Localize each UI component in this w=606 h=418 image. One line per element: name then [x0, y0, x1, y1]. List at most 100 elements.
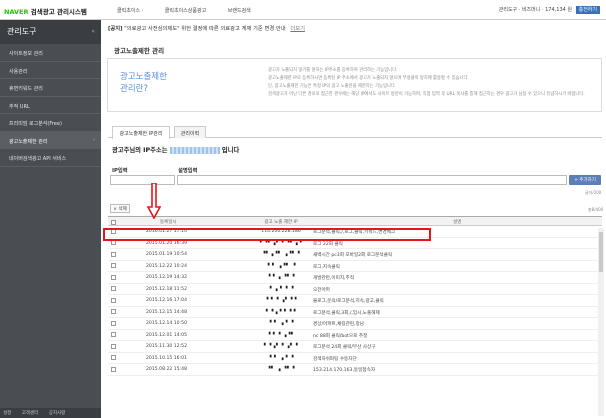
- row-date: 2015.12.18 11:52: [146, 286, 188, 292]
- row-description: 오전아퍼: [313, 287, 330, 293]
- tab-bar: 광고노출제한 IP관리 관리이력: [108, 126, 602, 139]
- row-checkbox[interactable]: [111, 355, 116, 360]
- info-line: 광고가 노출되지 않기를 원하는 IP주소를 등록하여 관리하는 기능입니다.: [268, 68, 398, 73]
- row-ip: ▝ ▘▝ ▗▝▘: [266, 332, 296, 338]
- sidebar-item-label: 사용관리: [9, 68, 28, 75]
- chevron-right-icon: ›: [93, 136, 95, 143]
- notice-bar: [공지] "의료광고 사전심의제도" 위헌 결정에 따른 의료광고 게재 기준 …: [108, 24, 305, 32]
- tab-ip-management[interactable]: 광고노출제한 IP관리: [112, 126, 170, 139]
- row-date: 2015.12.15 14:48: [146, 309, 188, 315]
- ip-suffix: 입니다: [221, 147, 240, 154]
- page-title: 광고노출제한 관리: [114, 47, 165, 55]
- row-checkbox[interactable]: [111, 343, 116, 349]
- bizmoney-balance: 174,134 원: [545, 7, 572, 13]
- table-body: 2016.01.27 17:10 114.200.228.186 로그분석,클릭,/…: [108, 226, 602, 376]
- table-row[interactable]: 2015.12.14 10:50 ▝ ▘ ▗▝ ▝ 경상/아파트,채팅관련,정남: [108, 318, 602, 330]
- row-description: 로그 22회 클릭: [313, 241, 343, 247]
- row-checkbox[interactable]: [111, 297, 116, 303]
- menu-tools[interactable]: 관리도구 ·: [499, 7, 521, 13]
- sidebar-item-label: 휴면키워드 관리: [9, 86, 43, 92]
- select-all-checkbox[interactable]: [111, 219, 116, 225]
- table-row[interactable]: 2015.12.16 17:04 ▝ ▘▝ ▗▘▝▝ 불로그,문의/로그분석,지속,…: [108, 295, 602, 307]
- sidebar-item-label: 추적 URL: [9, 103, 30, 110]
- row-checkbox[interactable]: [111, 332, 116, 337]
- row-description: 불로그,문의/로그분석,지속,광고,클릭: [313, 299, 384, 304]
- nav-clickchoice-product[interactable]: 클릭초이스상품광고: [165, 8, 206, 14]
- table-row[interactable]: 2015.12.19 14:32 ▝ ▘▗ ▝▘▝ 개발관련,이미지,추적: [108, 272, 602, 284]
- row-checkbox[interactable]: [111, 366, 116, 372]
- row-date: 2015.12.22 10:24: [146, 263, 188, 269]
- sidebar: 관리도구 « 사이트정보 관리 사용관리 휴면키워드 관리 추적 URL 프리미…: [0, 20, 101, 418]
- top-nav: 클릭초이스 · 클릭초이스상품광고 브랜드검색: [117, 7, 271, 14]
- sidebar-title: 관리도구 «: [0, 20, 101, 44]
- scrollbar-thumb[interactable]: [599, 232, 603, 272]
- row-date: 2015.12.01 14:05: [146, 332, 188, 338]
- info-line: 검색광고가 아닌 다른 경로로 접근한 경우에는 해당 IP에서도 사이트 방문…: [268, 92, 585, 97]
- row-date: 2015.01.20 16:39: [146, 240, 188, 246]
- row-checkbox[interactable]: [111, 320, 116, 326]
- sidebar-item-tracking-url[interactable]: 추적 URL: [0, 97, 101, 114]
- column-header-ip: 광고 노출 제한 IP: [264, 220, 298, 225]
- table-row[interactable]: 2015.10.15 16:01 ▝ ▘ ▗▝ ▝ 검색자쉬펴팅 수동차단: [108, 353, 602, 364]
- footer-notices[interactable]: 공지사항: [49, 411, 66, 416]
- info-description: 광고가 노출되지 않기를 원하는 IP주소를 등록하여 관리하는 기능입니다. …: [268, 67, 585, 99]
- delete-button[interactable]: × 삭제: [110, 204, 130, 213]
- top-bar: NAVER 검색광고 관리시스템 클릭초이스 · 클릭초이스상품광고 브랜드검색…: [0, 0, 606, 20]
- sidebar-item-log-analysis[interactable]: 프리미엄 로그분석(Free): [0, 114, 101, 132]
- table-row[interactable]: 2015.12.18 11:52 ▝ ▗ ▘▝ ▝ 오전아퍼: [108, 284, 602, 295]
- table-row[interactable]: 2015.12.22 10:24 ▝ ▘ ▗▝▘ ▝ 로그,지속클릭: [108, 261, 602, 272]
- sidebar-footer: 설정 고객센터 공지사항: [0, 408, 101, 418]
- row-date: 2015.12.14 10:50: [146, 321, 188, 326]
- brand-name: NAVER: [4, 8, 29, 16]
- sidebar-item-site-info[interactable]: 사이트정보 관리: [0, 44, 101, 62]
- table-header: 등록일시 광고 노출 제한 IP 설명: [108, 216, 602, 226]
- charge-button[interactable]: 충전하기: [575, 6, 600, 14]
- notice-text[interactable]: "의료광고 사전심의제도" 위헌 결정에 따른 의료광고 게재 기준 변경 안내: [124, 26, 285, 32]
- row-checkbox[interactable]: [111, 274, 116, 280]
- nav-clickchoice[interactable]: 클릭초이스 ·: [117, 8, 143, 14]
- footer-settings[interactable]: 설정: [3, 411, 11, 416]
- row-ip: ▝ ▘ ▗▝ ▝: [267, 321, 295, 326]
- top-right-menu: 관리도구 · 비즈머니 · 174,134 원 충전하기: [499, 6, 600, 14]
- collapse-icon[interactable]: «: [91, 28, 95, 35]
- nav-brand-search[interactable]: 브랜드검색: [228, 8, 251, 14]
- sidebar-item-ad-exposure-limit[interactable]: 광고노출제한 관리 ›: [0, 131, 101, 149]
- row-date: 2015.12.19 14:32: [146, 275, 188, 280]
- table-row[interactable]: 2015.12.01 14:05 ▝ ▘▝ ▗▝▘ nc 88회 클릭/bot으로 …: [108, 330, 602, 341]
- info-box: 광고노출제한 관리란? 광고가 노출되지 않기를 원하는 IP주소를 등록하여 …: [107, 58, 602, 112]
- row-checkbox[interactable]: [111, 286, 116, 291]
- sidebar-item-label: 사이트정보 관리: [9, 51, 43, 57]
- table-row[interactable]: 2015.12.15 14:48 ▘▝▗▝ ▘▝▝ 로그분석,클릭,3회,/,입시,…: [108, 307, 602, 318]
- sidebar-item-api-service[interactable]: 네이버검색광고 API 서비스: [0, 149, 101, 167]
- row-description: 새벽시간 pc3회 모바일2회 로그분석클릭: [313, 253, 393, 258]
- description-input[interactable]: [177, 175, 567, 185]
- info-heading-line: 광고노출제한: [120, 72, 167, 82]
- sidebar-item-dormant-keywords[interactable]: 휴면키워드 관리: [0, 79, 101, 97]
- row-ip: ▝▘ ▗ ▝▘▝: [266, 367, 296, 372]
- menu-bizmoney[interactable]: 비즈머니 ·: [522, 7, 544, 13]
- table-row[interactable]: 2015.11.30 12:52 ▘▝▗▘▝ ▗▘▝ 로그분석 24회 클릭/부산 …: [108, 341, 602, 353]
- row-date: 2015.01.19 10:54: [146, 252, 188, 257]
- row-ip: ▝ ▘ ▗▝▘ ▝: [265, 263, 297, 269]
- footer-support[interactable]: 고객센터: [22, 411, 39, 416]
- row-checkbox[interactable]: [111, 263, 116, 268]
- ip-input[interactable]: [110, 175, 175, 185]
- row-date: 2015.11.30 12:52: [146, 344, 188, 349]
- brand-logo[interactable]: NAVER 검색광고 관리시스템: [4, 6, 87, 16]
- row-date: 2015.12.16 17:04: [146, 298, 188, 303]
- notice-tag: [공지]: [108, 26, 123, 32]
- total-count: 총8/400: [588, 207, 604, 212]
- row-description: 경상/아파트,채팅관련,정남: [313, 322, 364, 327]
- table-row[interactable]: 2015.01.19 10:54 ▝▘▗▝▘ ▗▝▘▝ 새벽시간 pc3회 모바일2…: [108, 249, 602, 261]
- char-count: 글자/200: [585, 190, 602, 195]
- add-button[interactable]: + 추가하기: [569, 175, 601, 185]
- row-checkbox[interactable]: [111, 309, 116, 314]
- sidebar-title-text: 관리도구: [7, 27, 37, 36]
- table-row[interactable]: 2015.08.22 15:48 ▝▘ ▗ ▝▘▝ 153.214.170.163,…: [108, 364, 602, 376]
- info-line: 광고노출제한 IP로 등록하시면 등록된 IP 주소에서 광고가 노출되지 않으…: [268, 76, 469, 81]
- notice-more-link[interactable]: 더보기: [290, 26, 305, 32]
- row-checkbox[interactable]: [111, 251, 116, 257]
- tab-history[interactable]: 관리이력: [174, 126, 206, 138]
- sidebar-item-usage[interactable]: 사용관리: [0, 62, 101, 79]
- row-ip: ▝ ▘ ▗▝ ▝: [267, 355, 295, 361]
